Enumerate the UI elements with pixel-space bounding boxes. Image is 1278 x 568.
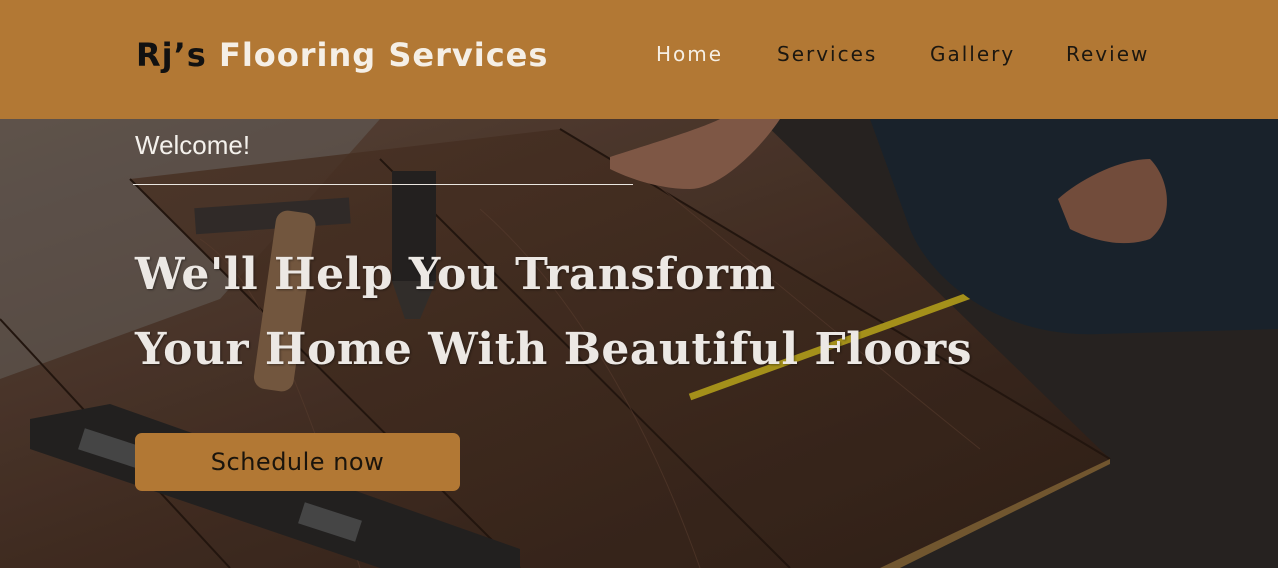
hero-headline-line1: We'll Help You Transform <box>135 249 776 300</box>
schedule-now-button[interactable]: Schedule now <box>135 433 460 491</box>
nav-home-link[interactable]: Home <box>656 42 723 66</box>
hero-headline-line2: Your Home With Beautiful Floors <box>135 324 972 375</box>
nav-gallery-link[interactable]: Gallery <box>930 42 1015 66</box>
welcome-text: Welcome! <box>135 130 251 160</box>
main-nav: Home Services Gallery Review <box>0 42 1278 68</box>
site-header: Rj’s Flooring Services Home Services Gal… <box>0 0 1278 119</box>
nav-review-link[interactable]: Review <box>1066 42 1149 66</box>
nav-services-link[interactable]: Services <box>777 42 877 66</box>
welcome-divider <box>133 184 633 185</box>
